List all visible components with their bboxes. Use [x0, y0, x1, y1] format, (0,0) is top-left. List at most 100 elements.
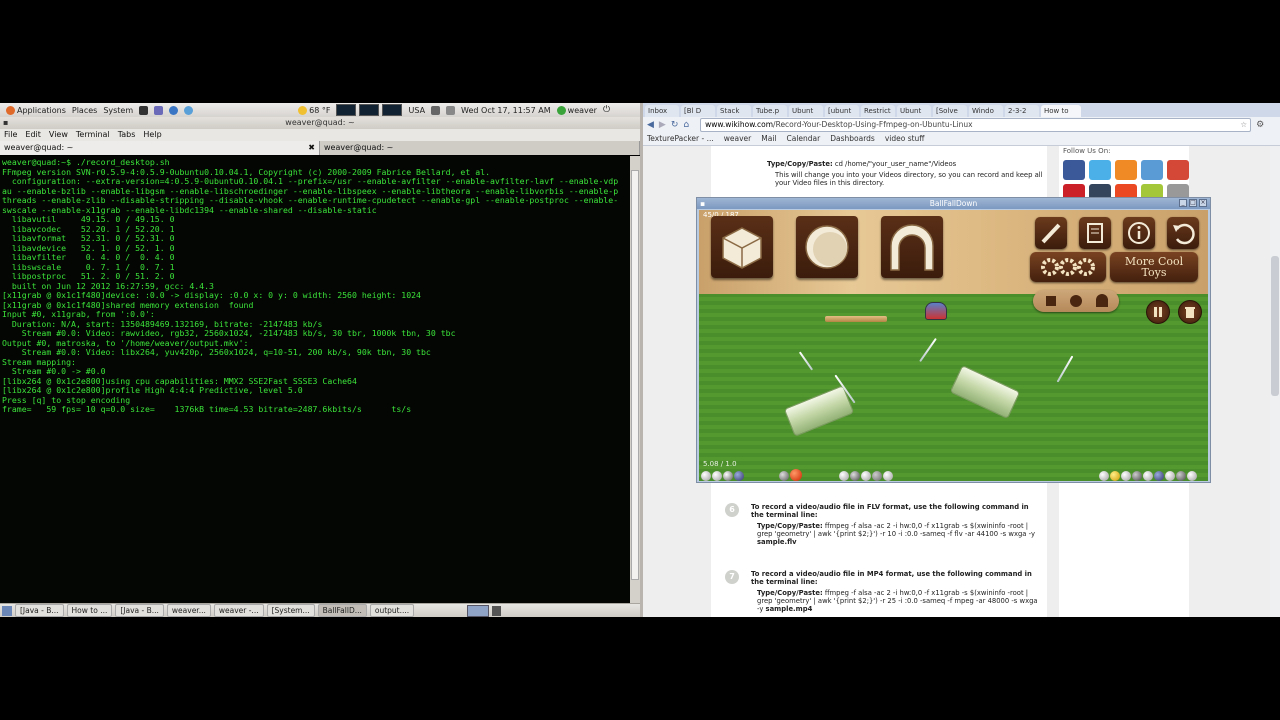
browser-tab[interactable]: Stack	[717, 105, 751, 117]
editor-launcher-icon[interactable]	[154, 105, 164, 115]
forward-icon[interactable]: ▶	[659, 120, 666, 130]
terminal-launcher-icon[interactable]	[139, 105, 149, 115]
menu-edit[interactable]: Edit	[25, 129, 41, 141]
soccer-ball	[872, 471, 882, 481]
terminal-tab-2[interactable]: weaver@quad: ~	[320, 141, 640, 155]
browser-tab[interactable]: [Solve	[933, 105, 967, 117]
browser-tab[interactable]: Restrict	[861, 105, 895, 117]
bookmark-texturepacker[interactable]: TexturePacker - ...	[647, 133, 714, 145]
bookmark-mail[interactable]: Mail	[761, 133, 776, 145]
terminal-output[interactable]: weaver@quad:~$ ./record_desktop.sh FFmpeg…	[0, 156, 630, 603]
settings-button[interactable]	[1030, 252, 1106, 282]
system-menu[interactable]: System	[103, 106, 133, 115]
wrench-icon[interactable]: ⚙	[1256, 120, 1264, 130]
mini-cube-icon[interactable]	[1046, 296, 1056, 306]
browser-tab-active[interactable]: How to	[1041, 105, 1081, 117]
menu-terminal[interactable]: Terminal	[76, 129, 110, 141]
bookmark-weaver[interactable]: weaver	[724, 133, 751, 145]
window-menu-icon[interactable]: ▪	[3, 117, 8, 129]
browser-tab[interactable]: [ubunt	[825, 105, 859, 117]
pause-button[interactable]	[1146, 300, 1170, 324]
task-weaver-2[interactable]: weaver -...	[213, 604, 264, 617]
window-menu-icon[interactable]: ▪	[700, 198, 705, 209]
task-howto[interactable]: How to ...	[66, 604, 113, 617]
task-java-2[interactable]: [Java - B...	[115, 604, 164, 617]
clock[interactable]: Wed Oct 17, 11:57 AM	[461, 106, 551, 115]
game-titlebar[interactable]: BallFallDown ▪ _ □ ×	[697, 198, 1210, 209]
google-plus-icon[interactable]	[1167, 160, 1189, 180]
ball-shape-button[interactable]	[796, 216, 858, 278]
bookmark-star-icon[interactable]: ☆	[1240, 119, 1247, 131]
task-weaver-1[interactable]: weaver...	[166, 604, 211, 617]
ball-dispenser[interactable]	[925, 302, 947, 320]
menu-help[interactable]: Help	[143, 129, 161, 141]
bookmark-calendar[interactable]: Calendar	[786, 133, 820, 145]
close-tab-icon[interactable]: ✖	[308, 141, 315, 155]
applications-menu[interactable]: Applications	[6, 105, 66, 115]
undo-button[interactable]	[1167, 217, 1199, 249]
task-system[interactable]: [System...	[266, 604, 315, 617]
twitter-icon[interactable]	[1089, 160, 1111, 180]
email-icon[interactable]	[1141, 160, 1163, 180]
menu-file[interactable]: File	[4, 129, 17, 141]
more-cool-toys-button[interactable]: More Cool Toys	[1110, 252, 1198, 282]
close-icon[interactable]: ×	[1199, 199, 1207, 207]
bookmark-dashboards[interactable]: Dashboards	[830, 133, 875, 145]
mini-ball-icon[interactable]	[1070, 295, 1082, 307]
power-icon[interactable]: ⏻	[603, 105, 610, 115]
mini-arch-icon[interactable]	[1096, 294, 1108, 307]
info-button[interactable]	[1123, 217, 1155, 249]
reload-icon[interactable]: ↻	[671, 120, 679, 130]
maximize-icon[interactable]: □	[1189, 199, 1197, 207]
show-desktop-icon[interactable]	[2, 605, 12, 616]
menu-tabs[interactable]: Tabs	[118, 129, 136, 141]
wooden-plank[interactable]	[825, 316, 887, 322]
browser-tab[interactable]: Ubunt	[897, 105, 931, 117]
rss-icon[interactable]	[1115, 160, 1137, 180]
back-icon[interactable]: ◀	[647, 120, 654, 130]
browser-tab[interactable]: Ubunt	[789, 105, 823, 117]
notes-button[interactable]	[1079, 217, 1111, 249]
globe-ball	[734, 471, 744, 481]
terminal-line: frame= 59 fps= 10 q=0.0 size= 1376kB tim…	[2, 404, 412, 414]
scrollbar-thumb[interactable]	[631, 170, 639, 580]
minimize-icon[interactable]: _	[1179, 199, 1187, 207]
game-canvas[interactable]: 45/0 / 187 More Cool Toys 5.08 / 1.0	[699, 210, 1208, 481]
terminal-titlebar[interactable]: weaver@quad: ~ ▪	[0, 117, 640, 129]
browser-tab[interactable]: [Bl D	[681, 105, 715, 117]
task-ballfalldown[interactable]: BallFallD...	[317, 604, 367, 617]
browser-tab[interactable]: Tube.p	[753, 105, 787, 117]
arch-shape-button[interactable]	[881, 216, 943, 278]
home-icon[interactable]: ⌂	[683, 120, 689, 130]
volume-icon[interactable]	[431, 105, 441, 115]
draw-button[interactable]	[1035, 217, 1067, 249]
weather-applet[interactable]: 68 °F	[298, 105, 330, 115]
bookmark-video-stuff[interactable]: video stuff	[885, 133, 925, 145]
menu-view[interactable]: View	[49, 129, 68, 141]
trash-button[interactable]	[1178, 300, 1202, 324]
browser-scrollbar[interactable]	[1270, 146, 1280, 617]
user-menu[interactable]: weaver	[556, 105, 597, 115]
browser-launcher-icon[interactable]	[169, 105, 179, 115]
browser-tab[interactable]: 2-3-2	[1005, 105, 1039, 117]
collected-balls-right	[1099, 469, 1197, 481]
network-icon[interactable]	[446, 105, 456, 115]
notebook-icon	[1087, 223, 1103, 243]
box-shape-button[interactable]	[711, 216, 773, 278]
address-bar[interactable]: www.wikihow.com/Record-Your-Desktop-Usin…	[700, 118, 1252, 132]
chat-launcher-icon[interactable]	[184, 105, 194, 115]
trash-icon[interactable]	[492, 605, 502, 616]
terminal-tab-1[interactable]: weaver@quad: ~ ✖	[0, 141, 320, 155]
keyboard-layout[interactable]: USA	[408, 106, 425, 115]
red-ball	[790, 469, 802, 481]
trash-icon	[1185, 307, 1195, 318]
terminal-scrollbar[interactable]	[630, 156, 640, 603]
places-menu[interactable]: Places	[72, 106, 97, 115]
facebook-icon[interactable]	[1063, 160, 1085, 180]
task-java-1[interactable]: [Java - B...	[15, 604, 64, 617]
workspace-switcher[interactable]	[467, 604, 490, 617]
task-output[interactable]: output....	[369, 604, 415, 617]
browser-tab[interactable]: Inbox	[645, 105, 679, 117]
browser-tab[interactable]: Windo	[969, 105, 1003, 117]
scrollbar-thumb[interactable]	[1271, 256, 1279, 396]
